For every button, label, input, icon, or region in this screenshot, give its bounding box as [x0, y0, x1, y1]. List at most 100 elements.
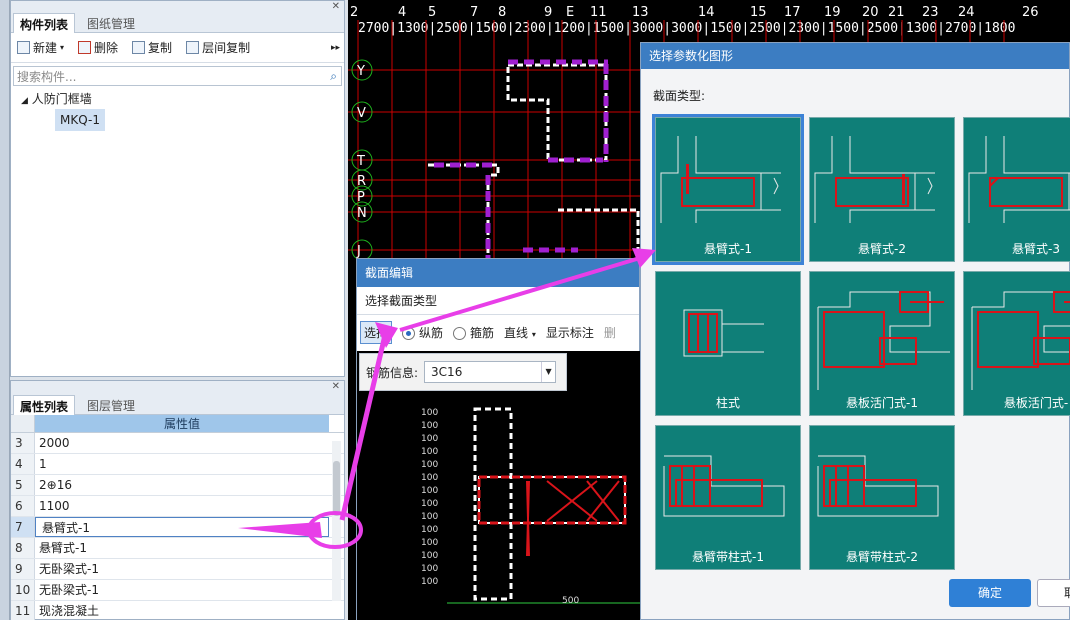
shape-tile[interactable]: 柱式 [655, 271, 801, 416]
longitudinal-label: 纵筋 [419, 325, 444, 340]
axis-letter: V [357, 106, 366, 121]
property-column-header: 属性值 [11, 415, 344, 433]
rebar-info-label: 钢筋信息: [366, 365, 419, 380]
cad-axis-number: 4 [398, 5, 406, 20]
property-row[interactable]: 6 1100 [11, 496, 344, 517]
property-value-header: 属性值 [35, 415, 329, 432]
new-icon [17, 41, 30, 54]
row-value[interactable]: 无卧梁式-1 [35, 580, 329, 600]
property-panel-tabs: ✕ 属性列表 图层管理 [11, 381, 344, 415]
longitudinal-radio[interactable]: 纵筋 [402, 324, 443, 341]
row-value[interactable]: 无卧梁式-1 [35, 559, 329, 579]
stirrup-radio[interactable]: 箍筋 [453, 324, 494, 341]
copy-label: 复制 [148, 41, 173, 55]
param-dialog-title: 选择参数化图形 [641, 43, 1069, 69]
row-value[interactable]: 1100 [35, 496, 329, 516]
property-scrollbar[interactable] [332, 441, 341, 601]
shape-tile[interactable]: 悬臂带柱式-2 [809, 425, 955, 570]
new-button[interactable]: 新建 ▾ [17, 39, 64, 56]
property-row[interactable]: 11 现浇混凝土 [11, 601, 344, 620]
axis-letter: J [356, 244, 361, 259]
section-type-label: 截面类型: [653, 89, 706, 103]
section-preview[interactable]: 100 100 100 100 100 100 100 100 100 100 100 100 100 1… [357, 351, 641, 620]
delete-button[interactable]: 删 [604, 324, 616, 341]
tree-node-child[interactable]: MKQ-1 [55, 109, 105, 131]
property-row[interactable]: 3 2000 [11, 433, 344, 454]
shape-tile[interactable]: 悬板活门式-1 [809, 271, 955, 416]
dimension-label: 100 [421, 460, 438, 470]
more-icon[interactable]: ▸▸ [331, 43, 340, 53]
copy-button[interactable]: 复制 [132, 39, 172, 56]
line-label: 直线 [504, 325, 529, 340]
shape-tile-label: 悬板活门式- [1003, 396, 1069, 410]
row-number: 3 [11, 433, 35, 453]
tree-node-parent[interactable]: ◢ 人防门框墙 [11, 89, 344, 109]
property-row[interactable]: 8 悬臂式-1 [11, 538, 344, 559]
dimension-label: 100 [421, 525, 438, 535]
cad-axis-number: 15 [750, 5, 767, 20]
rebar-info-value: 3C16 [431, 365, 463, 379]
tab-layer-management[interactable]: 图层管理 [81, 395, 141, 415]
cancel-button[interactable]: 取 [1037, 579, 1070, 607]
dimension-label: 100 [421, 577, 438, 587]
shape-tile-label: 悬臂带柱式-1 [692, 550, 764, 564]
dimension-label: 100 [421, 538, 438, 548]
close-icon[interactable]: ✕ [332, 1, 340, 12]
cad-axis-number: 5 [428, 5, 436, 20]
scrollbar-thumb[interactable] [333, 461, 340, 516]
property-row[interactable]: 9 无卧梁式-1 [11, 559, 344, 580]
search-input[interactable]: 搜索构件... ⌕ [13, 66, 342, 86]
dimension-label: 100 [421, 473, 438, 483]
shape-tile[interactable]: 悬臂式-2 [809, 117, 955, 262]
select-section-type-label: 选择截面类型 [357, 287, 639, 315]
line-dropdown[interactable]: 直线 ▾ [504, 324, 536, 341]
show-annotation-button[interactable]: 显示标注 [546, 324, 594, 341]
row-number: 4 [11, 454, 35, 474]
property-list-panel: ✕ 属性列表 图层管理 属性值 3 2000 4 1 5 2⊕16 6 1100 7 悬臂式-1 8… [10, 380, 345, 620]
row-value[interactable]: 悬臂式-1 [35, 517, 329, 537]
property-row[interactable]: 10 无卧梁式-1 [11, 580, 344, 601]
collapse-icon[interactable]: ◢ [21, 96, 28, 106]
dimension-label: 100 [421, 551, 438, 561]
tab-drawing-management[interactable]: 图纸管理 [81, 13, 141, 33]
row-value[interactable]: 1 [35, 454, 329, 474]
shape-tile[interactable]: 悬臂带柱式-1 [655, 425, 801, 570]
cad-axis-number: 20 [862, 5, 879, 20]
tab-component-list[interactable]: 构件列表 [13, 13, 76, 33]
radio-icon [402, 326, 416, 340]
rebar-info-box: 钢筋信息: 3C16 ▼ [359, 353, 567, 391]
cad-axis-number: 7 [470, 5, 478, 20]
search-icon[interactable]: ⌕ [330, 69, 337, 84]
component-panel-tabs: 构件列表 图纸管理 ✕ [11, 1, 344, 33]
cad-axis-number: 26 [1022, 5, 1039, 20]
shape-tile[interactable]: 悬臂式-1 [652, 114, 804, 265]
rebar-info-input[interactable]: 3C16 ▼ [424, 361, 557, 383]
property-row[interactable]: 5 2⊕16 [11, 475, 344, 496]
select-button[interactable]: 选择 [360, 320, 393, 344]
shape-tile-label: 悬板活门式-1 [846, 396, 918, 410]
cad-axis-number: 9 [544, 5, 552, 20]
row-value[interactable]: 2000 [35, 433, 329, 453]
cad-axis-number: 14 [698, 5, 715, 20]
row-value[interactable]: 2⊕16 [35, 475, 329, 495]
shape-tile[interactable]: 悬板活门式- [963, 271, 1070, 416]
axis-letter: T [356, 154, 365, 169]
dimension-label: 100 [421, 499, 438, 509]
shape-tile-label: 悬臂带柱式-2 [846, 550, 918, 564]
section-toolbar: 选择 纵筋 箍筋 直线 ▾ 显示标注 删 [357, 315, 639, 349]
property-row[interactable]: 7 悬臂式-1 [11, 517, 344, 538]
shape-tile[interactable]: 悬臂式-3 [963, 117, 1070, 262]
property-row[interactable]: 41 [11, 454, 344, 475]
ok-button[interactable]: 确定 [949, 579, 1031, 607]
select-parametric-shape-dialog: 选择参数化图形 截面类型: 悬臂式-1 悬臂式-2 悬臂式-3 柱式 悬板活门式-1 悬板… [640, 42, 1070, 620]
row-value[interactable]: 现浇混凝土 [35, 601, 329, 620]
close-icon[interactable]: ✕ [332, 381, 340, 392]
floor-copy-button[interactable]: 层间复制 [186, 39, 250, 56]
delete-label: 删除 [94, 41, 119, 55]
chevron-down-icon[interactable]: ▼ [541, 362, 555, 382]
delete-button[interactable]: 删除 [78, 39, 118, 56]
dimension-label: 100 [421, 512, 438, 522]
tab-property-list[interactable]: 属性列表 [13, 395, 76, 415]
row-value[interactable]: 悬臂式-1 [35, 538, 329, 558]
cad-axis-number: 2 [350, 5, 358, 20]
